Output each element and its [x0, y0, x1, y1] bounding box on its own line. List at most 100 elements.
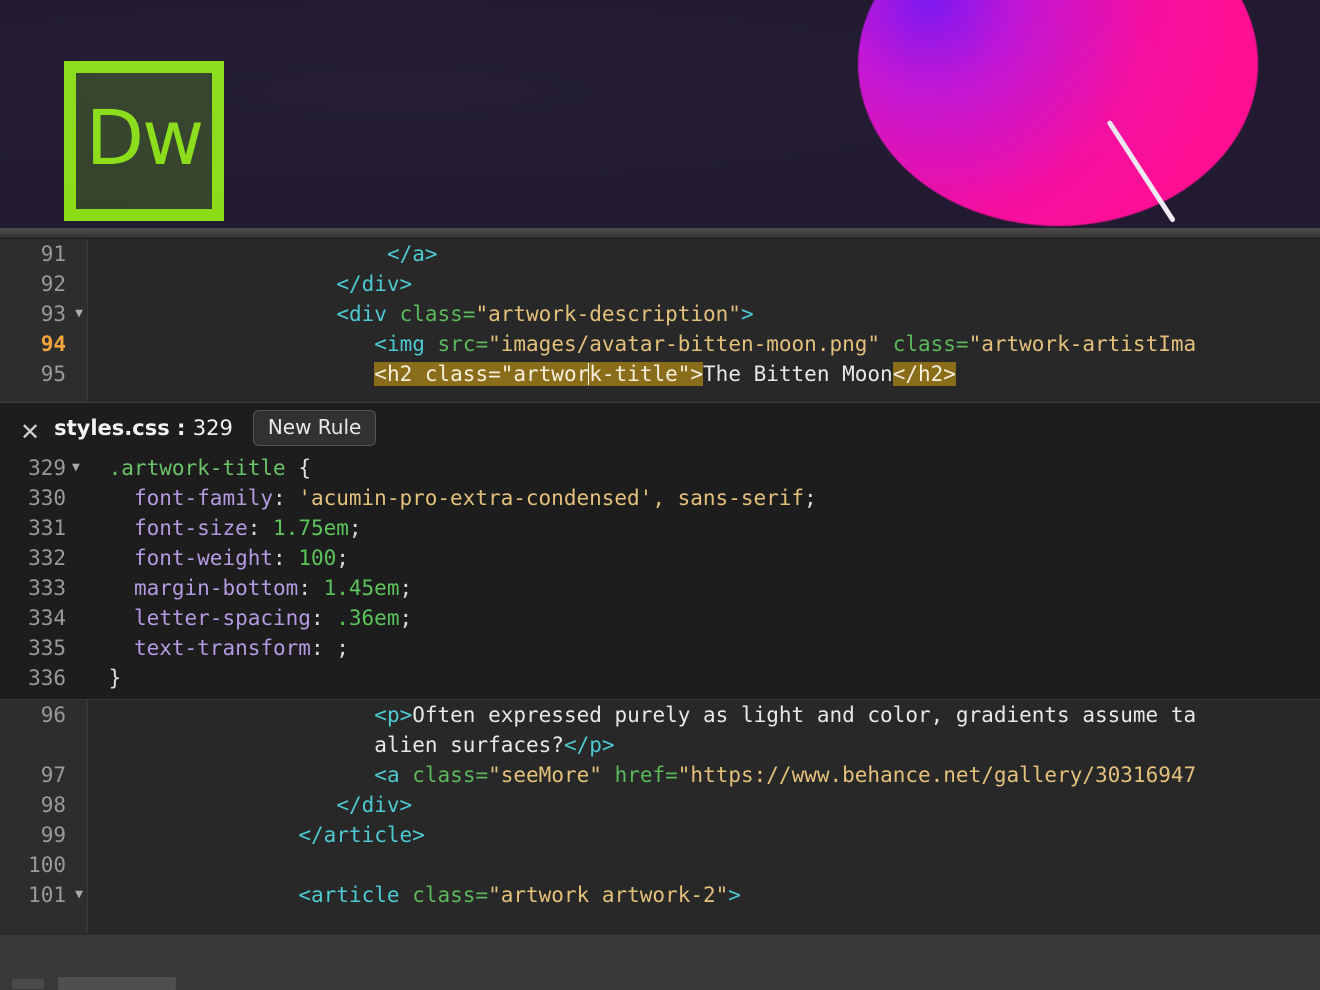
- pane-splitter[interactable]: [0, 228, 1320, 239]
- code-token: :: [310, 606, 337, 630]
- code-line-text: </a>: [387, 239, 438, 269]
- code-line[interactable]: 95 <h2 class="artwork-title">The Bitten M…: [0, 359, 1320, 389]
- css-code-line[interactable]: 330 font-family: 'acumin-pro-extra-conden…: [0, 483, 1320, 513]
- code-token: 100: [298, 546, 337, 570]
- code-token: }: [108, 666, 122, 690]
- code-token: >: [740, 302, 754, 326]
- code-token: "artwork-description": [475, 302, 741, 326]
- code-token: .36em: [336, 606, 400, 630]
- code-token: k-title">: [589, 362, 704, 386]
- css-designer-panel[interactable]: ✕ styles.css : 329 New Rule 329 ▼ .artwork…: [0, 402, 1320, 700]
- code-token: :: [273, 546, 299, 570]
- code-token: class=: [399, 302, 476, 326]
- code-token: class=: [412, 763, 489, 787]
- code-line[interactable]: 91 </a>: [0, 239, 1320, 269]
- css-code-line[interactable]: 335 text-transform: ;: [0, 633, 1320, 663]
- code-line-text: alien surfaces?</p>: [374, 730, 614, 760]
- code-line[interactable]: alien surfaces?</p>: [0, 730, 1320, 760]
- code-token: 1.75em: [273, 516, 349, 540]
- code-line[interactable]: 92 </div>: [0, 269, 1320, 299]
- line-number: 92: [40, 272, 66, 296]
- code-token: "images/avatar-bitten-moon.png": [488, 332, 881, 356]
- code-token: >: [728, 883, 741, 907]
- code-token: :: [310, 636, 337, 660]
- css-line-number: 334: [28, 606, 66, 630]
- close-icon[interactable]: ✕: [20, 420, 40, 444]
- css-line-number: 329: [28, 456, 66, 480]
- code-line[interactable]: 100: [0, 850, 1320, 880]
- code-token: href=: [614, 763, 678, 787]
- code-line-text: <article class="artwork artwork-2">: [298, 880, 741, 910]
- line-number: 99: [40, 823, 66, 847]
- code-token: <a: [374, 763, 400, 787]
- new-rule-button[interactable]: New Rule: [252, 410, 377, 446]
- code-token: <p>: [374, 703, 413, 727]
- css-code-line[interactable]: 336}: [0, 663, 1320, 693]
- line-number: 91: [40, 242, 66, 266]
- code-token: :: [247, 516, 274, 540]
- css-panel-header: ✕ styles.css : 329 New Rule: [0, 403, 1320, 453]
- code-token: ;: [348, 516, 362, 540]
- status-bar[interactable]: [0, 933, 1320, 990]
- css-line-number: 335: [28, 636, 66, 660]
- code-token: class=: [412, 883, 489, 907]
- css-fold-toggle-icon[interactable]: ▼: [72, 453, 80, 483]
- code-token: alien surfaces?: [374, 733, 564, 757]
- css-code-line[interactable]: 329 ▼ .artwork-title {: [0, 453, 1320, 483]
- code-line[interactable]: 94 <img src="images/avatar-bitten-moon.pn…: [0, 329, 1320, 359]
- css-line-text: }: [109, 663, 122, 693]
- dreamweaver-logo: Dw: [64, 61, 224, 221]
- code-token: class=: [892, 332, 969, 356]
- code-line[interactable]: 99 </article>: [0, 820, 1320, 850]
- html-code-editor-bottom[interactable]: 96 <p>Often expressed purely as light and…: [0, 700, 1320, 933]
- html-code-editor-top[interactable]: 91 </a> 92 </div> 93 ▼ <div class="artwork-des…: [0, 239, 1320, 402]
- dreamweaver-logo-inner: Dw: [76, 73, 212, 209]
- code-token: The Bitten Moon: [703, 362, 893, 386]
- code-fold-toggle-icon[interactable]: ▼: [72, 880, 86, 910]
- code-line[interactable]: 101 ▼ <article class="artwork artwork-2">: [0, 880, 1320, 910]
- line-number: 98: [40, 793, 66, 817]
- code-line-text: </article>: [298, 820, 424, 850]
- line-number: 96: [40, 703, 66, 727]
- code-token: {: [298, 456, 311, 480]
- code-token: "https://www.behance.net/gallery/3031694…: [677, 763, 1197, 787]
- code-line-text: <h2 class="artwork-title">The Bitten Moo…: [374, 359, 956, 389]
- code-line[interactable]: 97 <a class="seeMore" href="https://www.b…: [0, 760, 1320, 790]
- css-line-number: 333: [28, 576, 66, 600]
- css-file-line: 329: [192, 416, 233, 440]
- css-line-text: .artwork-title {: [109, 453, 311, 483]
- code-line-text: <a class="seeMore" href="https://www.beh…: [374, 760, 1196, 790]
- status-bar-item[interactable]: [58, 977, 176, 990]
- code-line-text: </div>: [336, 269, 412, 299]
- code-token: ;: [804, 486, 817, 510]
- code-token: <article: [298, 883, 400, 907]
- css-code-line[interactable]: 331 font-size: 1.75em;: [0, 513, 1320, 543]
- line-number: 97: [40, 763, 66, 787]
- code-line[interactable]: 98 </div>: [0, 790, 1320, 820]
- css-line-number: 331: [28, 516, 66, 540]
- code-fold-toggle-icon[interactable]: ▼: [72, 299, 86, 329]
- css-line-number: 330: [28, 486, 66, 510]
- dreamweaver-window: Dw 91 </a> 92 </div> 93 ▼ <div class="artwork-…: [0, 0, 1320, 990]
- css-line-text: letter-spacing: .36em;: [134, 603, 412, 633]
- css-code-line[interactable]: 334 letter-spacing: .36em;: [0, 603, 1320, 633]
- status-bar-item-left[interactable]: [12, 979, 44, 989]
- code-token: font-weight: [133, 546, 274, 570]
- artwork-gradient-circle: [858, 0, 1258, 226]
- code-token: <div: [336, 302, 387, 326]
- css-file-label: styles.css : 329: [54, 416, 233, 440]
- css-code-body[interactable]: 329 ▼ .artwork-title {330 font-family: 'acu…: [0, 453, 1320, 693]
- code-token: letter-spacing: [133, 606, 311, 630]
- code-token: "artwork-artistIma: [968, 332, 1197, 356]
- css-file-separator: :: [169, 416, 193, 440]
- css-code-line[interactable]: 333 margin-bottom: 1.45em;: [0, 573, 1320, 603]
- code-line-text: <img src="images/avatar-bitten-moon.png"…: [374, 329, 1196, 359]
- design-preview-area[interactable]: Dw: [0, 0, 1320, 228]
- code-token: font-family: [133, 486, 274, 510]
- code-line[interactable]: 96 <p>Often expressed purely as light and…: [0, 700, 1320, 730]
- css-code-line[interactable]: 332 font-weight: 100;: [0, 543, 1320, 573]
- code-token: "seeMore": [488, 763, 602, 787]
- code-line[interactable]: 93 ▼ <div class="artwork-description">: [0, 299, 1320, 329]
